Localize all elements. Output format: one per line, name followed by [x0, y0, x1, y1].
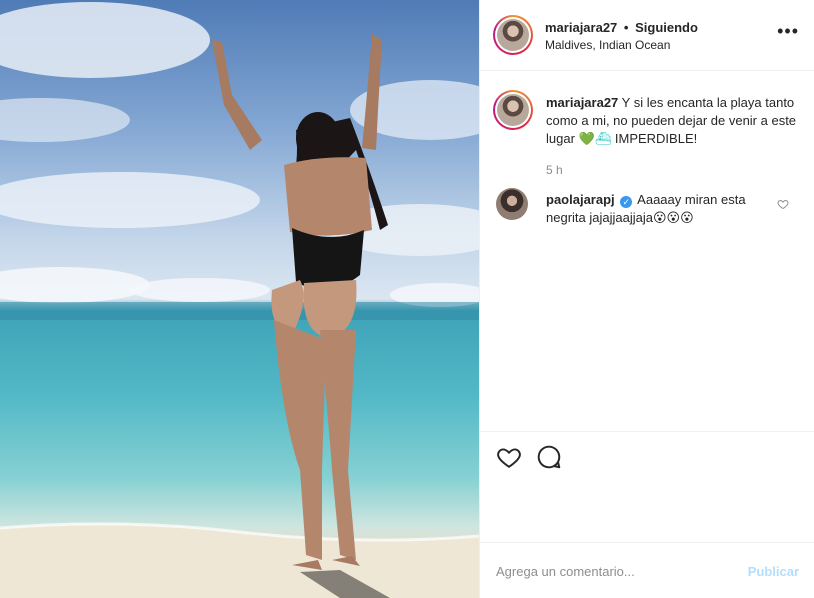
caption-suffix: IMPERDIBLE! — [614, 131, 698, 146]
post-actions — [480, 431, 814, 541]
caption-username[interactable]: mariajara27 — [546, 95, 618, 110]
follow-status-button[interactable]: Siguiendo — [635, 20, 698, 35]
caption-text: mariajara27 Y si les encanta la playa ta… — [546, 94, 801, 148]
comment-like-heart-icon[interactable] — [777, 198, 789, 210]
post-side-panel: mariajara27 • Siguiendo Maldives, Indian… — [479, 0, 814, 598]
comment-text: paolajarapj ✓ Aaaaay miran esta negrita … — [546, 191, 771, 227]
beach-photo-illustration — [0, 2, 479, 598]
post-timestamp[interactable]: 5 h — [546, 163, 563, 177]
verified-badge-icon: ✓ — [620, 196, 633, 208]
commenter-avatar[interactable] — [496, 188, 528, 220]
comment-emoji: 😮😮😮 — [652, 210, 694, 225]
add-comment-bar: Publicar — [480, 542, 814, 598]
post-photo[interactable] — [0, 0, 479, 598]
author-avatar[interactable] — [493, 15, 533, 55]
heart-icon[interactable] — [496, 444, 522, 470]
post-header: mariajara27 • Siguiendo Maldives, Indian… — [480, 0, 814, 71]
add-comment-input[interactable] — [496, 561, 726, 581]
more-options-icon[interactable]: ••• — [777, 22, 799, 40]
caption-emoji: 💚⛴ — [578, 131, 612, 146]
caption-avatar[interactable] — [493, 90, 533, 130]
publish-button[interactable]: Publicar — [748, 564, 799, 579]
author-line: mariajara27 • Siguiendo — [545, 20, 698, 35]
author-username[interactable]: mariajara27 — [545, 20, 617, 35]
comment-bubble-icon[interactable] — [536, 444, 562, 470]
separator-dot: • — [623, 20, 629, 35]
post-location[interactable]: Maldives, Indian Ocean — [545, 38, 670, 52]
commenter-username[interactable]: paolajarapj — [546, 192, 615, 207]
